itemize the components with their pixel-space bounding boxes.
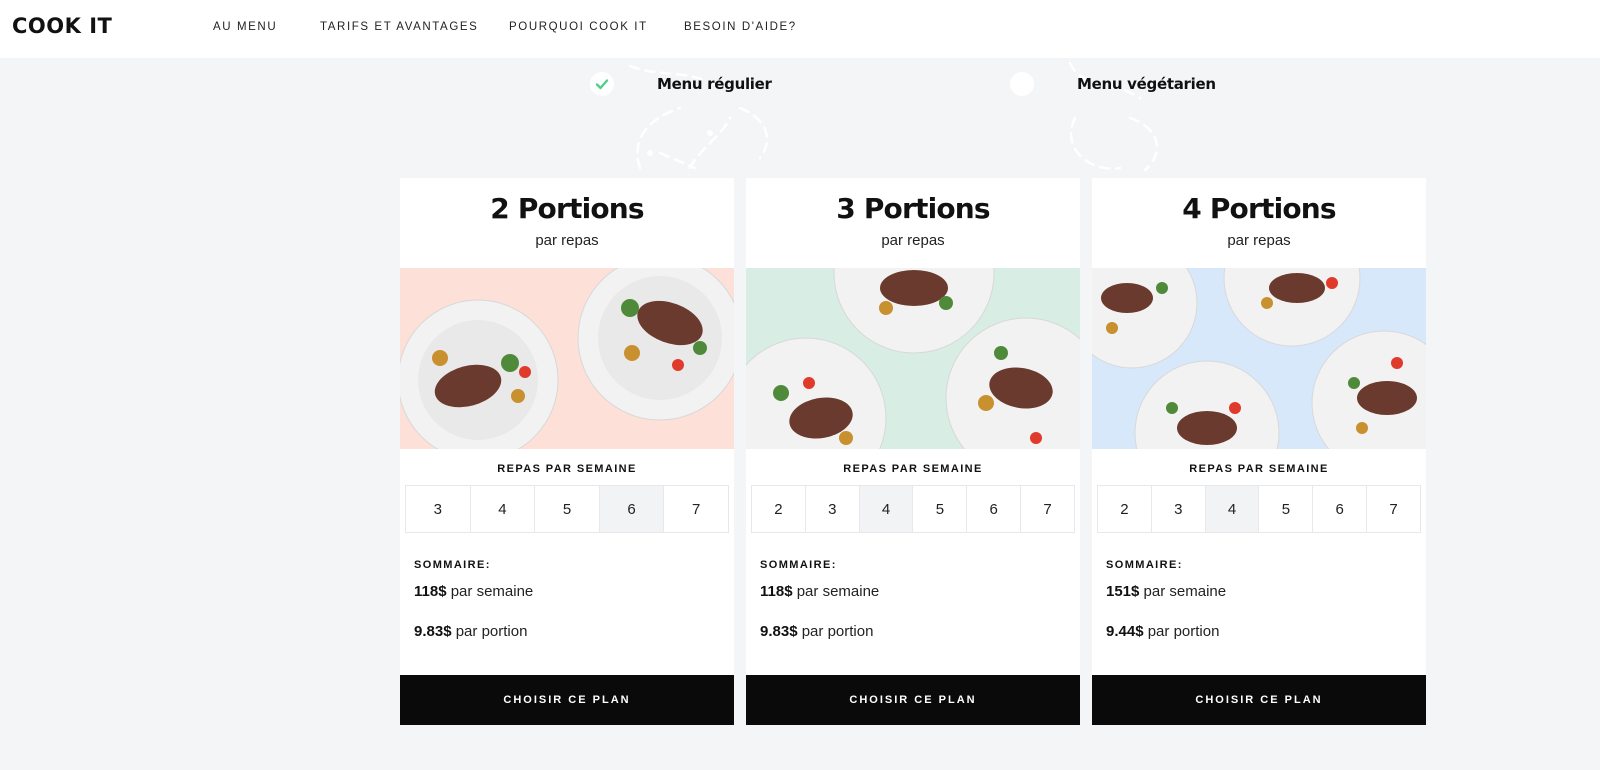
- portion-price-value: 9.44$: [1106, 623, 1144, 640]
- weekly-price-suffix: par semaine: [450, 583, 534, 600]
- meals-per-week-selector: 2 3 4 5 6 7: [751, 485, 1075, 533]
- menu-regular-option[interactable]: Menu régulier: [590, 72, 772, 96]
- card-subtitle: par repas: [535, 232, 599, 249]
- nav-tarifs[interactable]: TARIFS ET AVANTAGES: [320, 21, 478, 33]
- weekly-price-suffix: par semaine: [1143, 583, 1227, 600]
- meals-option-3[interactable]: 3: [806, 486, 860, 532]
- meals-option-7[interactable]: 7: [1021, 486, 1074, 532]
- weekly-price-value: 118$: [414, 583, 447, 600]
- meals-option-2[interactable]: 2: [1098, 486, 1152, 532]
- meal-image: [1092, 268, 1426, 449]
- weekly-price-value: 118$: [760, 583, 793, 600]
- meals-option-4[interactable]: 4: [471, 486, 536, 532]
- choose-plan-button[interactable]: CHOISIR CE PLAN: [1092, 675, 1426, 725]
- card-subtitle: par repas: [1227, 232, 1291, 249]
- repas-label: REPAS PAR SEMAINE: [843, 463, 983, 475]
- meals-option-3[interactable]: 3: [406, 486, 471, 532]
- plan-card-2-portions: 2 Portions par repas REPAS PAR SEMAINE 3…: [400, 178, 734, 725]
- nav-au-menu[interactable]: AU MENU: [213, 21, 277, 33]
- card-subtitle: par repas: [881, 232, 945, 249]
- check-icon: [595, 79, 609, 90]
- portion-price-value: 9.83$: [414, 623, 452, 640]
- weekly-price-suffix: par semaine: [796, 583, 880, 600]
- card-title: 2 Portions: [490, 192, 644, 225]
- portion-price-suffix: par portion: [455, 623, 528, 640]
- meal-image: [746, 268, 1080, 449]
- choose-plan-button[interactable]: CHOISIR CE PLAN: [746, 675, 1080, 725]
- meals-per-week-selector: 3 4 5 6 7: [405, 485, 729, 533]
- choose-plan-button[interactable]: CHOISIR CE PLAN: [400, 675, 734, 725]
- nav-pourquoi[interactable]: POURQUOI COOK IT: [509, 21, 648, 33]
- meals-option-7[interactable]: 7: [664, 486, 728, 532]
- repas-label: REPAS PAR SEMAINE: [1189, 463, 1329, 475]
- portion-price-value: 9.83$: [760, 623, 798, 640]
- menu-vegetarian-label: Menu végétarien: [1077, 75, 1216, 93]
- meals-option-5[interactable]: 5: [913, 486, 968, 532]
- meals-option-6[interactable]: 6: [967, 486, 1022, 532]
- radio-circle: [1010, 72, 1034, 96]
- menu-vegetarian-option[interactable]: Menu végétarien: [1010, 72, 1216, 96]
- meals-option-4-selected[interactable]: 4: [1205, 486, 1260, 532]
- weekly-price: 118$ par semaine: [414, 583, 533, 600]
- meals-option-2[interactable]: 2: [752, 486, 806, 532]
- portion-price: 9.83$ par portion: [414, 623, 527, 640]
- nav-aide[interactable]: BESOIN D'AIDE?: [684, 21, 797, 33]
- repas-label: REPAS PAR SEMAINE: [497, 463, 637, 475]
- meals-option-7[interactable]: 7: [1367, 486, 1420, 532]
- meals-option-4-selected[interactable]: 4: [859, 486, 914, 532]
- logo[interactable]: COOK IT: [12, 14, 112, 38]
- check-circle: [590, 72, 614, 96]
- steak-plate-illustration: [1092, 268, 1426, 449]
- weekly-price: 118$ par semaine: [760, 583, 879, 600]
- meals-option-6-selected[interactable]: 6: [599, 486, 665, 532]
- meals-per-week-selector: 2 3 4 5 6 7: [1097, 485, 1421, 533]
- meals-option-5[interactable]: 5: [535, 486, 600, 532]
- sommaire-label: SOMMAIRE:: [414, 559, 491, 571]
- plan-card-3-portions: 3 Portions par repas REPAS PAR SEMAINE 2…: [746, 178, 1080, 725]
- meals-option-6[interactable]: 6: [1313, 486, 1368, 532]
- plan-card-4-portions: 4 Portions par repas REPAS PAR SEMAINE 2…: [1092, 178, 1426, 725]
- steak-plate-illustration: [746, 268, 1080, 449]
- portion-price-suffix: par portion: [1147, 623, 1220, 640]
- meals-option-3[interactable]: 3: [1152, 486, 1206, 532]
- steak-plate-illustration: [400, 268, 734, 449]
- top-header: COOK IT AU MENU TARIFS ET AVANTAGES POUR…: [0, 0, 1600, 58]
- portion-price: 9.83$ par portion: [760, 623, 873, 640]
- menu-regular-label: Menu régulier: [657, 75, 772, 93]
- card-title: 3 Portions: [836, 192, 990, 225]
- meal-image: [400, 268, 734, 449]
- card-title: 4 Portions: [1182, 192, 1336, 225]
- meals-option-5[interactable]: 5: [1259, 486, 1314, 532]
- portion-price: 9.44$ par portion: [1106, 623, 1219, 640]
- weekly-price: 151$ par semaine: [1106, 583, 1226, 600]
- sommaire-label: SOMMAIRE:: [1106, 559, 1183, 571]
- weekly-price-value: 151$: [1106, 583, 1140, 600]
- portion-price-suffix: par portion: [801, 623, 874, 640]
- sommaire-label: SOMMAIRE:: [760, 559, 837, 571]
